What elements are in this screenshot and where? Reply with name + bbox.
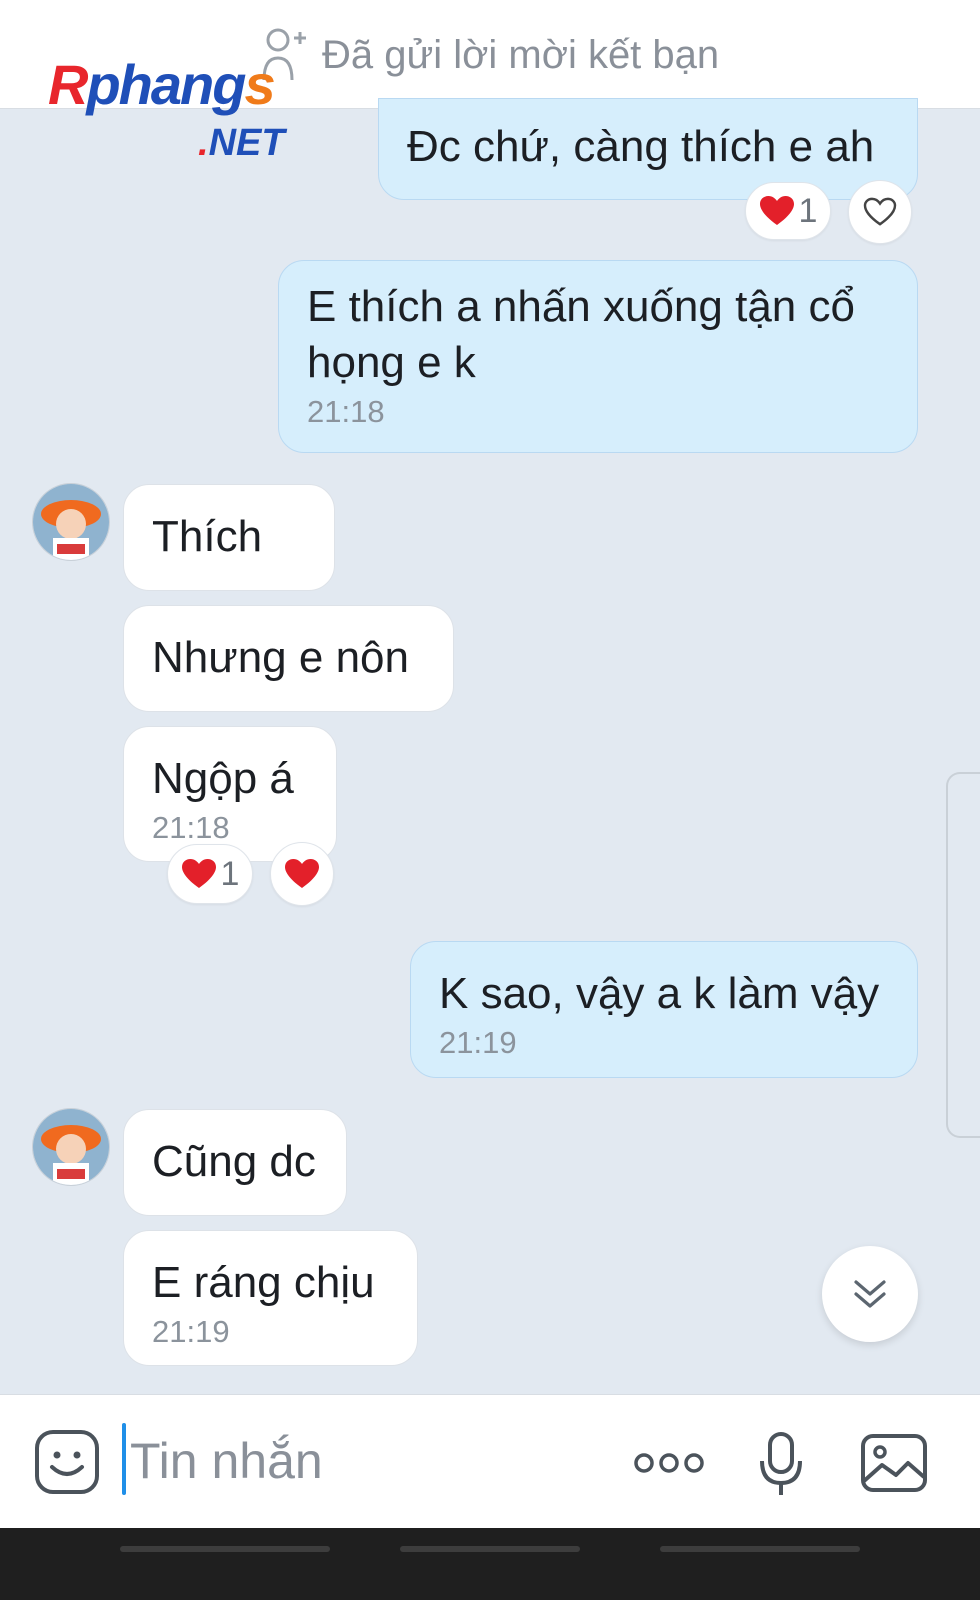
image-icon[interactable] (860, 1433, 928, 1493)
message-text: Ngộp á (152, 754, 294, 803)
message-text: Nhưng e nôn (152, 633, 409, 682)
watermark-suffix: .NET (198, 122, 285, 164)
reaction-count: 1 (798, 191, 818, 230)
avatar[interactable] (32, 483, 110, 561)
message-bubble-sent[interactable]: Đc chứ, càng thích e ah (378, 98, 918, 200)
more-icon[interactable] (632, 1451, 706, 1475)
friend-request-label: Đã gửi lời mời kết bạn (322, 32, 720, 77)
reaction-count-pill[interactable]: 1 (167, 844, 253, 904)
react-button[interactable] (270, 842, 334, 906)
scroll-to-bottom-button[interactable] (822, 1246, 918, 1342)
message-text: E ráng chịu (152, 1258, 375, 1307)
reaction-count-pill[interactable]: 1 (745, 182, 831, 240)
message-text: Thích (152, 512, 263, 561)
message-bubble-received[interactable]: Thích (123, 484, 335, 591)
heart-icon (759, 196, 794, 225)
message-text: Cũng dc (152, 1137, 316, 1186)
system-nav-bar (0, 1528, 980, 1600)
message-time: 21:19 (439, 1025, 517, 1060)
message-bubble-received[interactable]: Cũng dc (123, 1109, 347, 1216)
message-bubble-received[interactable]: E ráng chịu 21:19 (123, 1230, 418, 1366)
nav-segment (660, 1546, 860, 1552)
nav-segment (120, 1546, 330, 1552)
watermark-brand: Rphangs (48, 53, 276, 116)
react-button[interactable] (848, 180, 912, 244)
heart-icon (181, 859, 216, 888)
message-composer: Tin nhắn (0, 1394, 980, 1529)
avatar[interactable] (32, 1108, 110, 1186)
message-bubble-received[interactable]: Nhưng e nôn (123, 605, 454, 712)
heart-outline-icon (863, 197, 897, 226)
message-time: 21:18 (307, 394, 385, 429)
emoji-icon[interactable] (34, 1429, 100, 1495)
message-text: E thích a nhấn xuống tận cổ họng e k (307, 282, 855, 387)
message-bubble-sent[interactable]: K sao, vậy a k làm vậy 21:19 (410, 941, 918, 1078)
message-text: Đc chứ, càng thích e ah (407, 122, 875, 171)
message-bubble-sent[interactable]: E thích a nhấn xuống tận cổ họng e k 21:… (278, 260, 918, 453)
nav-segment (400, 1546, 580, 1552)
message-time: 21:19 (152, 1314, 230, 1349)
microphone-icon[interactable] (758, 1431, 804, 1497)
watermark-logo: Rphangs .NET (48, 55, 348, 165)
message-input[interactable]: Tin nhắn (130, 1431, 323, 1491)
message-time: 21:18 (152, 810, 230, 845)
reaction-count: 1 (220, 854, 240, 893)
heart-icon (285, 859, 319, 888)
message-text: K sao, vậy a k làm vậy (439, 969, 880, 1018)
text-cursor (122, 1423, 126, 1495)
double-chevron-down-icon (854, 1280, 886, 1308)
side-panel-handle[interactable] (946, 772, 980, 1138)
